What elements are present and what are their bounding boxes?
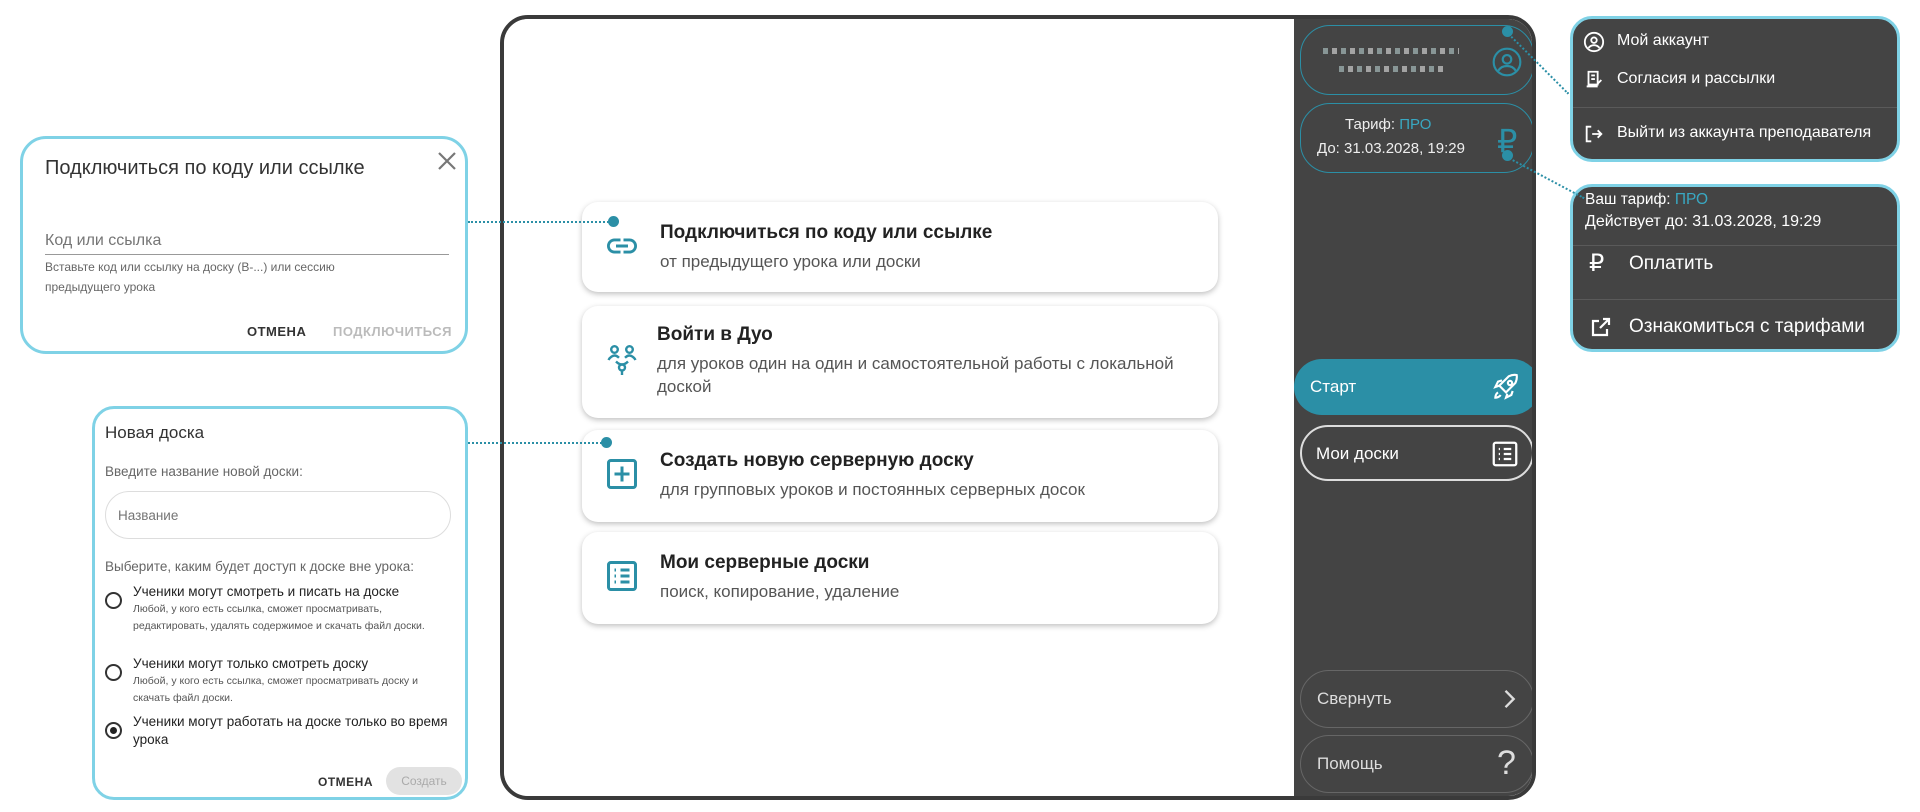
radio-lesson-only[interactable] (105, 722, 122, 739)
connector-dot (601, 437, 612, 448)
cancel-button[interactable]: ОТМЕНА (318, 775, 373, 789)
tariff-until: Действует до: 31.03.2028, 19:29 (1585, 213, 1822, 230)
cancel-button[interactable]: ОТМЕНА (247, 324, 306, 339)
chevron-right-icon (1495, 685, 1523, 713)
radio-read-only[interactable] (105, 664, 122, 681)
tariff-line: Ваш тариф: ПРО (1585, 191, 1708, 209)
main-area: Подключиться по коду или ссылке от преды… (504, 19, 1294, 796)
duo-card[interactable]: Войти в Дуо для уроков один на один и са… (582, 306, 1218, 418)
option-read-only: Ученики могут только смотреть доску Любо… (133, 655, 451, 707)
access-label: Выберите, каким будет доступ к доске вне… (105, 559, 415, 574)
menu-item-logout[interactable]: Выйти из аккаунта преподавателя (1617, 124, 1871, 142)
tariff-menu: Ваш тариф: ПРО Действует до: 31.03.2028,… (1570, 184, 1900, 352)
name-label: Введите название новой доски: (105, 464, 303, 479)
card-title: Мои серверные доски (660, 552, 870, 573)
code-input[interactable] (45, 227, 449, 255)
nav-label: Мои доски (1316, 444, 1399, 463)
menu-item-consents[interactable]: Согласия и рассылки (1617, 70, 1775, 88)
redacted-name (1323, 48, 1459, 54)
option-desc: Любой, у кого есть ссылка, сможет просма… (133, 603, 425, 632)
tariff-until: До: 31.03.2028, 19:29 (1317, 140, 1465, 157)
sidebar: Тариф: ПРО До: 31.03.2028, 19:29 ₽ Старт… (1294, 19, 1532, 796)
collapse-label: Свернуть (1317, 689, 1392, 708)
tariff-label: Тариф: (1345, 116, 1396, 133)
tariff-line: Тариф: ПРО (1345, 116, 1431, 133)
card-title: Создать новую серверную доску (660, 450, 974, 471)
connect-card[interactable]: Подключиться по коду или ссылке от преды… (582, 202, 1218, 292)
card-title: Подключиться по коду или ссылке (660, 222, 993, 243)
app-window: Подключиться по коду или ссылке от преды… (500, 15, 1536, 800)
close-icon[interactable] (435, 149, 459, 173)
nav-start[interactable]: Старт (1294, 359, 1532, 415)
option-lesson-only: Ученики могут работать на доске только в… (133, 713, 451, 749)
collapse-button[interactable]: Свернуть (1300, 670, 1532, 728)
list-icon (604, 558, 640, 594)
new-server-board-card[interactable]: Создать новую серверную доску для группо… (582, 430, 1218, 522)
menu-divider (1573, 107, 1897, 108)
add-box-icon (604, 456, 640, 492)
document-icon (1583, 69, 1605, 91)
connect-dialog: Подключиться по коду или ссылке Вставьте… (20, 136, 468, 354)
help-button[interactable]: Помощь ? (1300, 735, 1532, 793)
menu-item-my-account[interactable]: Мой аккаунт (1617, 32, 1709, 50)
create-button[interactable]: Создать (386, 767, 462, 795)
card-subtitle: для уроков один на один и самостоятельно… (657, 354, 1174, 396)
card-title: Войти в Дуо (657, 324, 773, 345)
pay-button[interactable]: Оплатить (1629, 253, 1713, 275)
dialog-title: Подключиться по коду или ссылке (45, 157, 365, 179)
view-plans-button[interactable]: Ознакомиться с тарифами (1629, 316, 1865, 338)
card-subtitle: для групповых уроков и постоянных сервер… (660, 480, 1085, 499)
logout-icon (1583, 123, 1605, 145)
helper-text: Вставьте код или ссылку на доску (B-...)… (45, 260, 335, 294)
card-subtitle: от предыдущего урока или доски (660, 252, 921, 271)
duo-icon (604, 342, 640, 378)
link-icon (604, 228, 640, 264)
menu-divider (1573, 299, 1897, 300)
account-menu: Мой аккаунт Согласия и рассылки Выйти из… (1570, 16, 1900, 162)
tariff-value: ПРО (1399, 116, 1432, 133)
account-circle-icon (1583, 31, 1605, 53)
option-title: Ученики могут работать на доске только в… (133, 714, 448, 747)
rocket-icon (1490, 371, 1522, 403)
nav-label: Старт (1310, 377, 1357, 396)
list-icon (1490, 439, 1520, 469)
connector-dot (608, 216, 619, 227)
board-name-input[interactable] (105, 491, 451, 539)
radio-read-write[interactable] (105, 592, 122, 609)
option-title: Ученики могут только смотреть доску (133, 656, 369, 671)
connector-line (468, 442, 606, 444)
new-board-dialog: Новая доска Введите название новой доски… (92, 406, 468, 800)
tariff-value: ПРО (1674, 191, 1709, 208)
connect-button[interactable]: ПОДКЛЮЧИТЬСЯ (333, 324, 452, 339)
card-subtitle: поиск, копирование, удаление (660, 582, 900, 601)
ruble-icon: ₽ (1589, 250, 1605, 277)
option-desc: Любой, у кого есть ссылка, сможет просма… (133, 675, 418, 704)
redacted-email (1339, 66, 1447, 72)
option-read-write: Ученики могут смотреть и писать на доске… (133, 583, 451, 635)
menu-divider (1573, 245, 1897, 246)
help-icon: ? (1497, 744, 1516, 782)
my-server-boards-card[interactable]: Мои серверные доски поиск, копирование, … (582, 532, 1218, 624)
option-title: Ученики могут смотреть и писать на доске (133, 584, 400, 599)
connector-line (468, 221, 613, 223)
nav-my-boards[interactable]: Мои доски (1300, 425, 1532, 481)
external-link-icon (1589, 315, 1613, 339)
tariff-label: Ваш тариф: (1585, 191, 1671, 208)
help-label: Помощь (1317, 754, 1383, 773)
dialog-title: Новая доска (105, 423, 205, 442)
